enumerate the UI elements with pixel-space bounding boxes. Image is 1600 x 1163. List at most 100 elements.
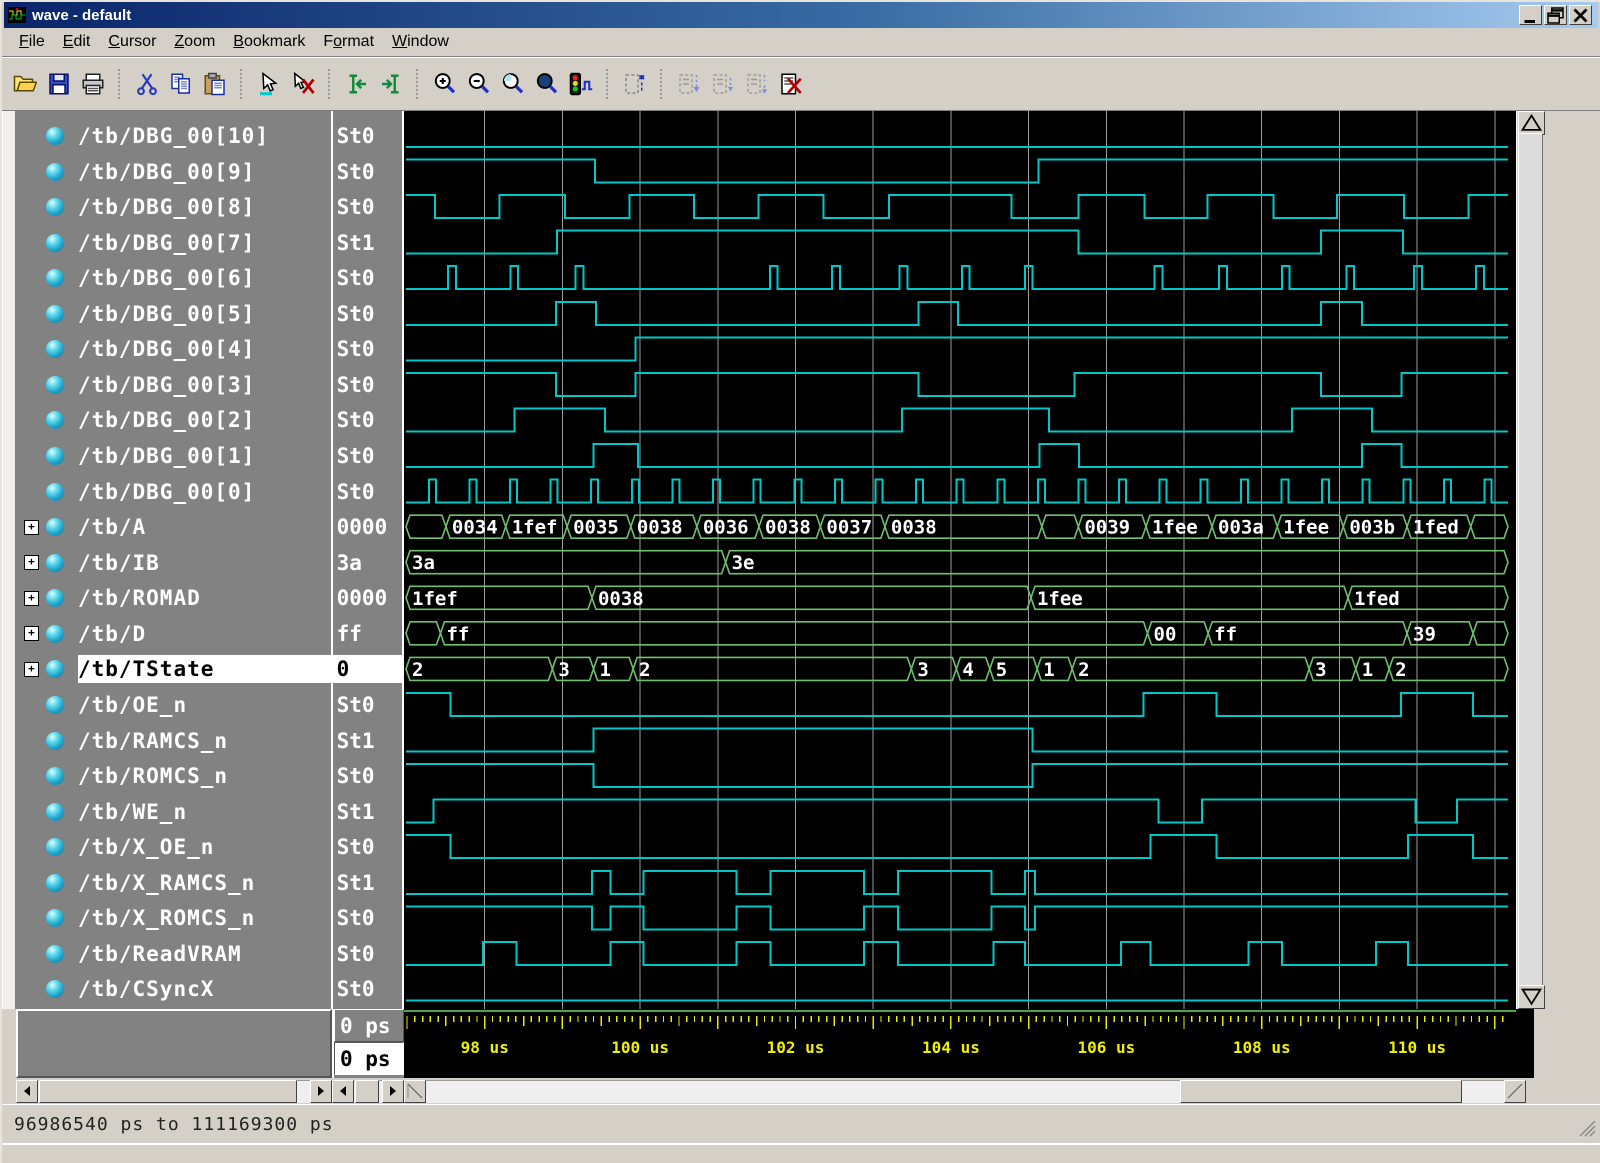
wave-vscroll-track[interactable]: [1518, 133, 1543, 987]
signal-row-tb-dbg-00-7[interactable]: /tb/DBG_00[7]: [16, 225, 331, 261]
signal-row-tb-dbg-00-0[interactable]: /tb/DBG_00[0]: [16, 474, 331, 510]
menu-cursor[interactable]: Cursor: [99, 30, 165, 54]
bus-value: 0038: [598, 588, 644, 610]
find-previous-transition-button[interactable]: [342, 69, 372, 99]
signal-row-tb-x-oe-n[interactable]: /tb/X_OE_n: [16, 829, 331, 865]
print-button[interactable]: [78, 69, 108, 99]
resize-grip[interactable]: [1580, 1121, 1596, 1137]
right-margin: [1544, 111, 1600, 1009]
signal-value-row: 0: [333, 651, 403, 687]
restore-button[interactable]: [1544, 5, 1567, 25]
minimize-button[interactable]: [1519, 5, 1542, 25]
zoom-in-button[interactable]: [430, 69, 460, 99]
signal-name: /tb/X_OE_n: [78, 833, 331, 861]
signal-row-tb-dbg-00-1[interactable]: /tb/DBG_00[1]: [16, 438, 331, 474]
signal-row-tb-tstate[interactable]: +/tb/TState: [16, 651, 331, 687]
expand-icon[interactable]: +: [24, 555, 39, 570]
signal-row-tb-romcs-n[interactable]: /tb/ROMCS_n: [16, 758, 331, 794]
window-title: wave - default: [32, 7, 1519, 24]
select-mode-button[interactable]: [254, 69, 284, 99]
zoom-full-button[interactable]: [532, 69, 562, 99]
open-button[interactable]: [10, 69, 40, 99]
save-button[interactable]: [44, 69, 74, 99]
signal-row-tb-dbg-00-8[interactable]: /tb/DBG_00[8]: [16, 189, 331, 225]
signal-row-tb-ib[interactable]: +/tb/IB: [16, 545, 331, 581]
signal-row-tb-readvram[interactable]: /tb/ReadVRAM: [16, 936, 331, 972]
signal-row-tb-dbg-00-10[interactable]: /tb/DBG_00[10]: [16, 118, 331, 154]
signal-value: 0000: [337, 584, 403, 612]
menu-edit[interactable]: Edit: [54, 30, 100, 54]
signal-row-tb-a[interactable]: +/tb/A: [16, 509, 331, 545]
signal-row-tb-csyncx[interactable]: /tb/CSyncX: [16, 971, 331, 1007]
signal-row-tb-x-romcs-n[interactable]: /tb/X_ROMCS_n: [16, 900, 331, 936]
wave-hscroll-thumb[interactable]: [1180, 1080, 1462, 1103]
cut-button[interactable]: [132, 69, 162, 99]
menu-format[interactable]: Format: [314, 30, 383, 54]
timeline-ruler[interactable]: 98 us100 us102 us104 us106 us108 us110 u…: [404, 1009, 1534, 1078]
expand-icon[interactable]: +: [24, 662, 39, 677]
signal-row-tb-dbg-00-4[interactable]: /tb/DBG_00[4]: [16, 331, 331, 367]
scroll-down-icon[interactable]: [1518, 985, 1545, 1009]
stop-wave-drawing-button[interactable]: [566, 69, 596, 99]
collapse-time-icon: [711, 72, 735, 96]
signal-row-tb-ramcs-n[interactable]: /tb/RAMCS_n: [16, 723, 331, 759]
bus-value: 1fef: [412, 588, 458, 610]
wave-main-area: /tb/DBG_00[10]/tb/DBG_00[9]/tb/DBG_00[8]…: [2, 111, 1600, 1009]
values-hscroll-thumb[interactable]: [355, 1080, 379, 1103]
menu-bookmark[interactable]: Bookmark: [224, 30, 314, 54]
signal-value: St1: [337, 869, 403, 897]
names-hscrollbar[interactable]: [16, 1080, 332, 1103]
select-mode-icon: [257, 72, 281, 96]
zoom-out-icon: [467, 72, 491, 96]
copy-button[interactable]: [166, 69, 196, 99]
values-hscrollbar[interactable]: [332, 1080, 404, 1103]
insert-cursor-button[interactable]: [620, 69, 650, 99]
menu-file[interactable]: File: [10, 30, 54, 54]
paste-button[interactable]: [200, 69, 230, 99]
wave-hscroll-corner-left-icon[interactable]: [404, 1080, 426, 1103]
collapse-all-button[interactable]: [742, 69, 772, 99]
signal-row-tb-dbg-00-6[interactable]: /tb/DBG_00[6]: [16, 260, 331, 296]
delete-cursor-button[interactable]: [288, 69, 318, 99]
names-scroll-right-icon[interactable]: [310, 1080, 332, 1103]
cursor-time-field[interactable]: 0 ps: [334, 1042, 404, 1075]
signal-row-tb-dbg-00-5[interactable]: /tb/DBG_00[5]: [16, 296, 331, 332]
signal-row-tb-romad[interactable]: +/tb/ROMAD: [16, 580, 331, 616]
signal-row-tb-dbg-00-9[interactable]: /tb/DBG_00[9]: [16, 154, 331, 190]
signal-row-tb-dbg-00-2[interactable]: /tb/DBG_00[2]: [16, 402, 331, 438]
signal-row-tb-oe-n[interactable]: /tb/OE_n: [16, 687, 331, 723]
expand-icon[interactable]: +: [24, 520, 39, 535]
signal-row-tb-dbg-00-3[interactable]: /tb/DBG_00[3]: [16, 367, 331, 403]
expand-icon[interactable]: +: [24, 591, 39, 606]
signal-value-row: St1: [333, 723, 403, 759]
close-button[interactable]: [1569, 5, 1592, 25]
collapse-time-button[interactable]: [708, 69, 738, 99]
signal-icon: [46, 198, 64, 216]
menu-zoom[interactable]: Zoom: [165, 30, 224, 54]
wave-hscrollbar[interactable]: [404, 1080, 1526, 1103]
zoom-area-icon: [501, 72, 525, 96]
wave-vscroll-thumb[interactable]: [1518, 133, 1543, 987]
names-scroll-left-icon[interactable]: [16, 1080, 38, 1103]
signal-row-tb-we-n[interactable]: /tb/WE_n: [16, 794, 331, 830]
names-hscroll-thumb[interactable]: [39, 1080, 297, 1103]
signal-row-tb-x-ramcs-n[interactable]: /tb/X_RAMCS_n: [16, 865, 331, 901]
wave-hscroll-corner-right-icon[interactable]: [1504, 1080, 1526, 1103]
waveform-canvas[interactable]: 00341fef00350038003600380037003800391fee…: [402, 111, 1516, 1009]
title-bar[interactable]: wave - default: [4, 2, 1598, 28]
names-vscrollbar[interactable]: [2, 111, 16, 1009]
delete-wave-button[interactable]: [776, 69, 806, 99]
find-next-transition-button[interactable]: [376, 69, 406, 99]
values-scroll-right-icon[interactable]: [382, 1080, 404, 1103]
signal-row-tb-d[interactable]: +/tb/D: [16, 616, 331, 652]
zoom-area-button[interactable]: [498, 69, 528, 99]
values-scroll-left-icon[interactable]: [332, 1080, 354, 1103]
zoom-out-button[interactable]: [464, 69, 494, 99]
wave-vscrollbar[interactable]: [1516, 111, 1544, 1009]
expand-icon[interactable]: +: [24, 626, 39, 641]
menu-window[interactable]: Window: [383, 30, 458, 54]
paste-icon: [203, 72, 227, 96]
bus-value: 5: [996, 659, 1007, 681]
expand-time-button[interactable]: [674, 69, 704, 99]
scroll-up-icon[interactable]: [1518, 111, 1545, 135]
